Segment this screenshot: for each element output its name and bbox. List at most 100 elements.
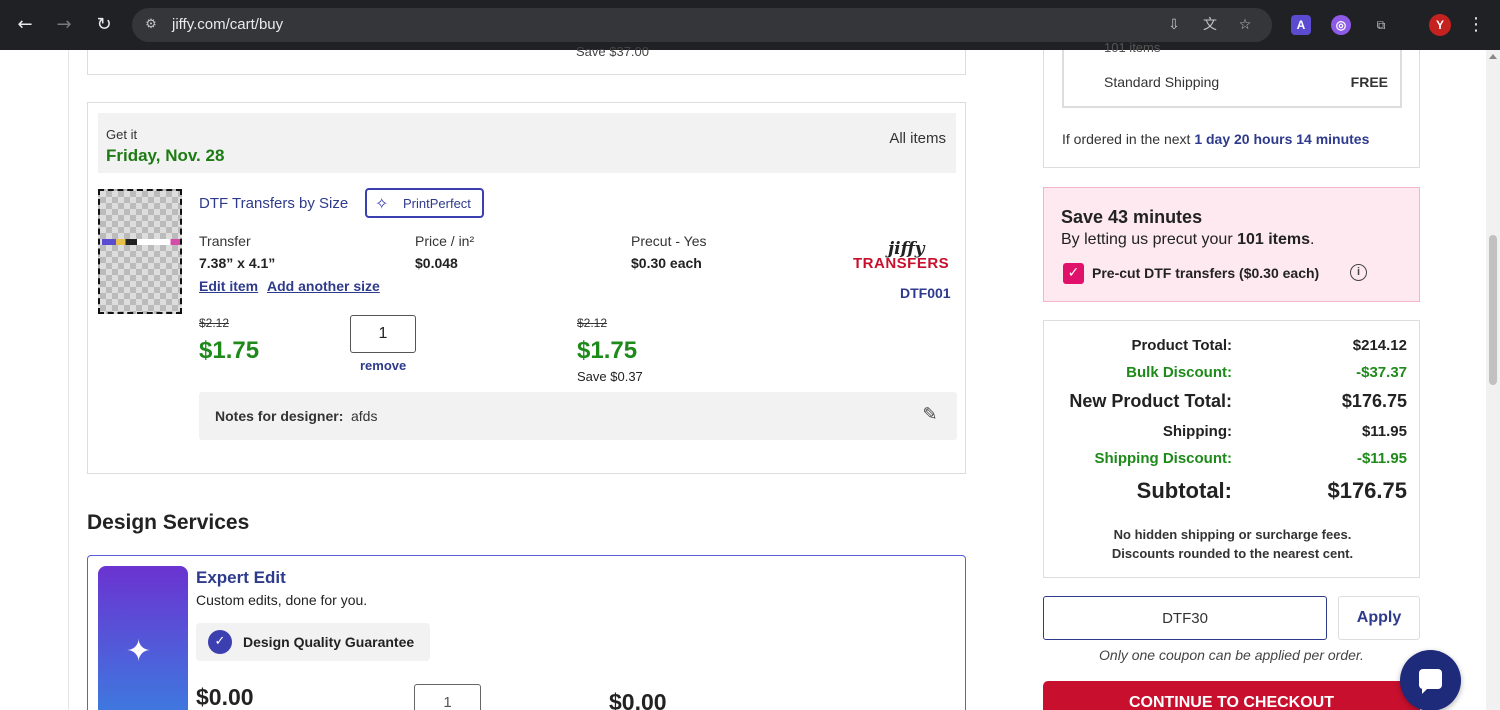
design-service-card: ✦ Expert Edit Custom edits, done for you… — [87, 555, 966, 710]
line-savings: Save $0.37 — [577, 369, 643, 384]
shipping-option[interactable]: 101 items Standard Shipping FREE — [1062, 40, 1402, 108]
browser-toolbar: ← → ↻ ⚙ jiffy.com/cart/buy ⇩ 文 ☆ A ◎ ⧉ Y… — [0, 0, 1500, 50]
total-original-price: $2.12 — [577, 316, 608, 330]
service-name: Expert Edit — [196, 568, 286, 587]
scroll-up-arrow-icon[interactable] — [1489, 54, 1497, 59]
printperfect-badge[interactable]: ✧ PrintPerfect — [365, 188, 484, 218]
address-bar[interactable]: ⚙ jiffy.com/cart/buy ⇩ 文 ☆ — [132, 8, 1272, 42]
service-total-price: $0.00 — [609, 689, 667, 710]
deadline-prefix: If ordered in the next — [1062, 131, 1191, 147]
url-text: jiffy.com/cart/buy — [172, 16, 284, 33]
verified-check-icon: ✓ — [208, 630, 232, 654]
get-it-label: Get it — [106, 127, 138, 142]
install-app-icon[interactable]: ⇩ — [1164, 16, 1184, 34]
brand-logo-bottom: TRANSFERS — [853, 255, 950, 272]
precut-spec-value: $0.30 each — [631, 255, 702, 271]
price-per-unit-value: $0.048 — [415, 255, 458, 271]
cart-item-card: Get it Friday, Nov. 28 All items DTF Tra… — [87, 102, 966, 474]
delivery-banner: Get it Friday, Nov. 28 All items — [98, 113, 956, 173]
bookmark-star-icon[interactable]: ☆ — [1235, 16, 1255, 34]
service-quantity-input[interactable]: 1 — [414, 684, 481, 710]
chat-widget-button[interactable] — [1400, 650, 1461, 710]
browser-menu-icon[interactable]: ⋮ — [1466, 12, 1486, 38]
shipping-card: 101 items Standard Shipping FREE If orde… — [1043, 40, 1420, 168]
product-total-value: $214.12 — [1352, 337, 1407, 354]
column-divider — [68, 50, 69, 710]
previous-cart-card: Save $37.00 — [87, 44, 966, 75]
shipping-value: $11.95 — [1361, 423, 1407, 440]
type-label: Transfer — [199, 233, 251, 249]
scroll-thumb[interactable] — [1489, 235, 1497, 385]
designer-notes: Notes for designer: afds ✎ — [199, 392, 957, 440]
coupon-note: Only one coupon can be applied per order… — [1099, 647, 1364, 663]
precut-item-count: 101 items — [1237, 231, 1311, 248]
site-settings-icon[interactable]: ⚙ — [142, 16, 160, 34]
line-total-price: $1.75 — [577, 337, 638, 364]
printperfect-label: PrintPerfect — [403, 196, 471, 211]
reload-icon[interactable]: ↻ — [91, 12, 117, 38]
page-scrollbar[interactable] — [1486, 50, 1500, 710]
item-count-text: 101 items — [1104, 40, 1161, 55]
edit-notes-icon[interactable]: ✎ — [919, 404, 941, 426]
coupon-input[interactable] — [1043, 596, 1327, 640]
fine-print-fees: No hidden shipping or surcharge fees. — [1113, 527, 1352, 542]
shipping-discount-label: Shipping Discount: — [1094, 450, 1232, 467]
precut-subtitle: By letting us precut your 101 items. — [1061, 231, 1314, 249]
precut-checkbox[interactable]: ✓ — [1063, 263, 1084, 284]
new-total-label: New Product Total: — [1069, 391, 1232, 411]
product-thumbnail[interactable] — [98, 189, 182, 314]
shipping-label: Shipping: — [1162, 423, 1232, 440]
fine-print-rounding: Discounts rounded to the nearest cent. — [1111, 546, 1354, 561]
translate-icon[interactable]: 文 — [1200, 16, 1220, 34]
precut-spec-label: Precut - Yes — [631, 233, 707, 249]
guarantee-badge: ✓ Design Quality Guarantee — [196, 623, 430, 661]
product-total-label: Product Total: — [1131, 337, 1232, 354]
shipping-method: Standard Shipping — [1104, 74, 1220, 90]
design-services-heading: Design Services — [87, 511, 250, 534]
service-unit-price: $0.00 — [196, 684, 254, 710]
unit-original-price: $2.12 — [199, 316, 230, 330]
service-description: Custom edits, done for you. — [196, 592, 368, 608]
order-totals-card: Product Total: $214.12 Bulk Discount: -$… — [1043, 320, 1420, 578]
design-preview — [102, 239, 180, 245]
precut-title: Save 43 minutes — [1061, 207, 1203, 227]
quantity-input[interactable]: 1 — [350, 315, 416, 353]
info-icon[interactable]: i — [1350, 264, 1367, 281]
continue-to-checkout-button[interactable]: CONTINUE TO CHECKOUT — [1043, 681, 1420, 710]
size-value: 7.38” x 4.1” — [199, 255, 276, 271]
shipping-cost: FREE — [1350, 74, 1388, 90]
add-another-size-link[interactable]: Add another size — [267, 278, 380, 294]
extensions-puzzle-icon[interactable]: ⧉ — [1371, 15, 1391, 35]
forward-icon[interactable]: → — [51, 12, 77, 38]
guarantee-label: Design Quality Guarantee — [243, 634, 415, 650]
extension-a-icon[interactable]: A — [1291, 15, 1311, 35]
edit-item-link[interactable]: Edit item — [199, 278, 258, 294]
new-total-value: $176.75 — [1341, 391, 1407, 411]
product-sku: DTF001 — [900, 285, 951, 301]
order-deadline: If ordered in the next 1 day 20 hours 14… — [1062, 131, 1369, 147]
back-icon[interactable]: ← — [12, 12, 38, 38]
precut-checkbox-label[interactable]: Pre-cut DTF transfers ($0.30 each) — [1092, 265, 1319, 281]
subtotal-label: Subtotal: — [1136, 478, 1232, 503]
unit-price: $1.75 — [199, 337, 260, 364]
previous-savings-text: Save $37.00 — [576, 44, 650, 59]
bulk-discount-label: Bulk Discount: — [1126, 364, 1232, 381]
apply-coupon-button[interactable]: Apply — [1338, 596, 1420, 640]
sparkles-icon: ✦ — [126, 634, 152, 669]
remove-item-link[interactable]: remove — [360, 358, 406, 373]
delivery-date: Friday, Nov. 28 — [106, 146, 225, 165]
all-items-label: All items — [889, 130, 946, 147]
notes-label: Notes for designer: — [215, 408, 344, 424]
bulk-discount-value: -$37.37 — [1356, 364, 1407, 381]
deadline-time: 1 day 20 hours 14 minutes — [1194, 131, 1370, 147]
precut-upsell-card: Save 43 minutes By letting us precut you… — [1043, 187, 1420, 302]
price-per-unit-label: Price / in² — [415, 233, 475, 249]
subtotal-value: $176.75 — [1327, 478, 1407, 503]
notes-value: afds — [351, 408, 378, 424]
precut-sub-prefix: By letting us precut your — [1061, 231, 1233, 248]
profile-avatar[interactable]: Y — [1429, 14, 1451, 36]
extension-icon[interactable]: ◎ — [1331, 15, 1351, 35]
chat-bubble-icon — [1419, 669, 1442, 694]
shipping-discount-value: -$11.95 — [1356, 450, 1407, 467]
product-name: DTF Transfers by Size — [199, 195, 349, 212]
